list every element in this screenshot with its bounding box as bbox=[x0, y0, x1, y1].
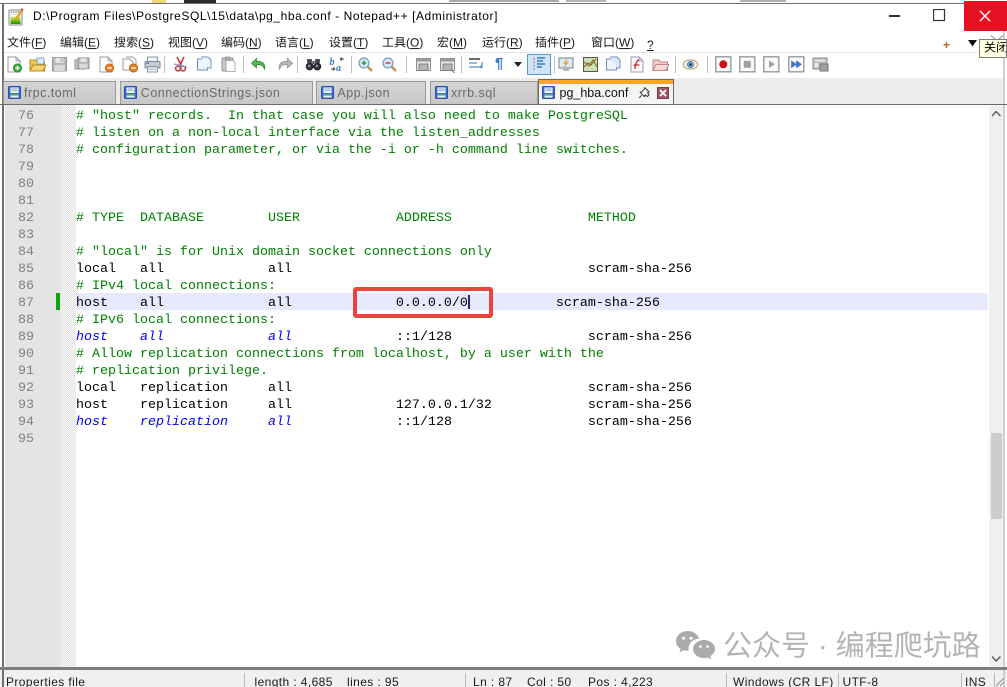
svg-text:b: b bbox=[329, 57, 334, 68]
svg-text:a: a bbox=[336, 63, 341, 73]
